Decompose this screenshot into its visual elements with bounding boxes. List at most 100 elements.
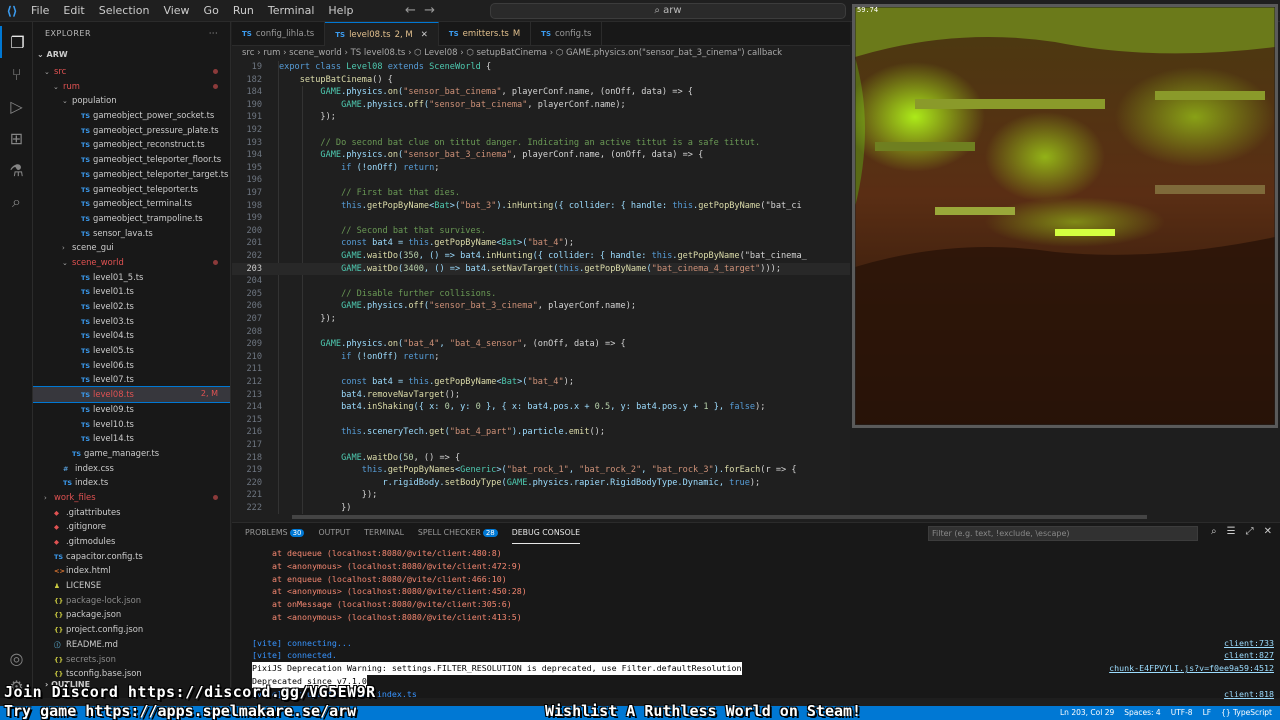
menu-item-terminal[interactable]: Terminal <box>261 0 322 22</box>
file-item[interactable]: # index.css <box>33 461 230 476</box>
file-item[interactable]: TS gameobject_teleporter.ts <box>33 182 230 197</box>
file-item[interactable]: TS level04.ts <box>33 328 230 343</box>
panel-tab-terminal[interactable]: TERMINAL <box>364 523 404 543</box>
code-line[interactable]: 191 }); <box>232 111 850 124</box>
code-line[interactable]: 209 GAME.physics.on("bat_4", "bat_4_sens… <box>232 338 850 351</box>
file-item[interactable]: TS level10.ts <box>33 417 230 432</box>
code-line[interactable]: 197 // First bat that dies. <box>232 187 850 200</box>
code-line[interactable]: 182 setupBatCinema() { <box>232 74 850 87</box>
code-line[interactable]: 190 GAME.physics.off("sensor_bat_cinema"… <box>232 99 850 112</box>
code-line[interactable]: 193 // Do second bat clue on tittut dang… <box>232 137 850 150</box>
status-item[interactable]: UTF-8 <box>1171 706 1193 720</box>
code-line[interactable]: 218 GAME.waitDo(50, () => { <box>232 452 850 465</box>
code-line[interactable]: 201 const bat4 = this.getPopByName<Bat>(… <box>232 237 850 250</box>
file-item[interactable]: TS gameobject_pressure_plate.ts <box>33 123 230 138</box>
folder-item[interactable]: ⌄ src <box>33 64 230 79</box>
code-line[interactable]: 211 <box>232 363 850 376</box>
file-item[interactable]: ◆ .gitmodules <box>33 534 230 549</box>
code-line[interactable]: 219 this.getPopByNames<Generic>("bat_roc… <box>232 464 850 477</box>
folder-item[interactable]: ⌄ scene_world <box>33 255 230 270</box>
code-line[interactable]: 221 }); <box>232 489 850 502</box>
code-line[interactable]: 196 <box>232 174 850 187</box>
code-line[interactable]: 215 <box>232 414 850 427</box>
file-item[interactable]: TS level01_5.ts <box>33 270 230 285</box>
file-item[interactable]: TS gameobject_power_socket.ts <box>33 108 230 123</box>
menu-item-go[interactable]: Go <box>197 0 226 22</box>
workspace-root[interactable]: ⌄ ARW <box>33 46 230 64</box>
breadcrumb[interactable]: src › rum › scene_world › TS level08.ts … <box>232 46 850 61</box>
file-item[interactable]: TS level05.ts <box>33 343 230 358</box>
code-line[interactable]: 220 r.rigidBody.setBodyType(GAME.physics… <box>232 477 850 490</box>
code-line[interactable]: 207 }); <box>232 313 850 326</box>
status-item[interactable]: {} TypeScript <box>1221 706 1272 720</box>
file-item[interactable]: TS level06.ts <box>33 358 230 373</box>
file-item[interactable]: {} project.config.json <box>33 622 230 637</box>
code-line[interactable]: 213 bat4.removeNavTarget(); <box>232 389 850 402</box>
clear-console-icon[interactable]: ☰ <box>1227 526 1236 537</box>
code-line[interactable]: 204 <box>232 275 850 288</box>
console-source-link[interactable]: client:818 <box>1224 688 1274 701</box>
code-line[interactable]: 200 // Second bat that survives. <box>232 225 850 238</box>
file-item[interactable]: TS level03.ts <box>33 314 230 329</box>
nav-arrows[interactable]: ← → <box>405 0 435 22</box>
code-line[interactable]: 210 if (!onOff) return; <box>232 351 850 364</box>
code-line[interactable]: 222 }) <box>232 502 850 514</box>
maximize-panel-icon[interactable]: ⤢ <box>1246 526 1254 537</box>
editor-tab[interactable]: TS config_lihla.ts <box>232 22 326 46</box>
code-line[interactable]: 198 this.getPopByName<Bat>("bat_3").inHu… <box>232 200 850 213</box>
debug-console-filter[interactable]: Filter (e.g. text, !exclude, \escape) <box>928 526 1198 541</box>
code-line[interactable]: 208 <box>232 326 850 339</box>
file-item[interactable]: TS level14.ts <box>33 431 230 446</box>
code-line[interactable]: 195 if (!onOff) return; <box>232 162 850 175</box>
panel-tab-debug-console[interactable]: DEBUG CONSOLE <box>511 523 581 544</box>
file-item[interactable]: TS level07.ts <box>33 372 230 387</box>
filter-icon[interactable]: ⌕ <box>1211 526 1217 537</box>
file-item[interactable]: TS level01.ts <box>33 284 230 299</box>
code-line[interactable]: 206 GAME.physics.off("sensor_bat_3_cinem… <box>232 300 850 313</box>
command-center-search[interactable]: ⌕ arw <box>490 3 846 19</box>
file-item[interactable]: ♟ LICENSE <box>33 578 230 593</box>
close-panel-icon[interactable]: ✕ <box>1264 526 1272 537</box>
file-item[interactable]: {} package.json <box>33 607 230 622</box>
file-item[interactable]: TS level08.ts 2, M <box>33 386 230 403</box>
file-item[interactable]: TS level02.ts <box>33 299 230 314</box>
file-item[interactable]: TS capacitor.config.ts <box>33 549 230 564</box>
code-editor[interactable]: 19 export class Level08 extends SceneWorl… <box>232 61 850 514</box>
code-line[interactable]: 214 bat4.inShaking({ x: 0, y: 0 }, { x: … <box>232 401 850 414</box>
code-line[interactable]: 216 this.sceneryTech.get("bat_4_part").p… <box>232 426 850 439</box>
search-icon[interactable]: ⌕ <box>0 186 33 218</box>
folder-item[interactable]: ⌄ rum <box>33 79 230 94</box>
code-line[interactable]: 217 <box>232 439 850 452</box>
code-line[interactable]: 202 GAME.waitDo(350, () => bat4.inHuntin… <box>232 250 850 263</box>
folder-item[interactable]: ⌄ population <box>33 93 230 108</box>
file-item[interactable]: TS index.ts <box>33 475 230 490</box>
code-line[interactable]: 192 <box>232 124 850 137</box>
menu-item-edit[interactable]: Edit <box>56 0 91 22</box>
file-item[interactable]: ⓘ README.md <box>33 637 230 652</box>
menu-item-selection[interactable]: Selection <box>92 0 157 22</box>
extensions-icon[interactable]: ⊞ <box>0 122 33 154</box>
folder-item[interactable]: › work_files <box>33 490 230 505</box>
status-item[interactable]: Spaces: 4 <box>1124 706 1160 720</box>
testing-icon[interactable]: ⚗ <box>0 154 33 186</box>
file-item[interactable]: TS gameobject_terminal.ts <box>33 196 230 211</box>
console-source-link[interactable]: client:827 <box>1224 649 1274 662</box>
console-source-link[interactable]: client:733 <box>1224 637 1274 650</box>
code-line[interactable]: 199 <box>232 212 850 225</box>
code-line[interactable]: 212 const bat4 = this.getPopByName<Bat>(… <box>232 376 850 389</box>
code-line[interactable]: 194 GAME.physics.on("sensor_bat_3_cinema… <box>232 149 850 162</box>
run-debug-icon[interactable]: ▷ <box>0 90 33 122</box>
editor-tab[interactable]: TS level08.ts 2, M ✕ <box>325 22 439 46</box>
menu-item-file[interactable]: File <box>24 0 56 22</box>
file-item[interactable]: {} package-lock.json <box>33 593 230 608</box>
editor-horizontal-scrollbar[interactable] <box>232 514 1150 520</box>
file-item[interactable]: TS gameobject_reconstruct.ts <box>33 137 230 152</box>
file-item[interactable]: {} secrets.json <box>33 652 230 667</box>
menu-item-help[interactable]: Help <box>321 0 360 22</box>
file-item[interactable]: TS gameobject_trampoline.ts <box>33 211 230 226</box>
file-item[interactable]: TS gameobject_teleporter_target.ts <box>33 167 230 182</box>
code-line[interactable]: 184 GAME.physics.on("sensor_bat_cinema",… <box>232 86 850 99</box>
editor-tab[interactable]: TS config.ts <box>531 22 603 46</box>
code-line[interactable]: 19 export class Level08 extends SceneWorl… <box>232 61 850 74</box>
file-item[interactable]: TS sensor_lava.ts <box>33 226 230 241</box>
